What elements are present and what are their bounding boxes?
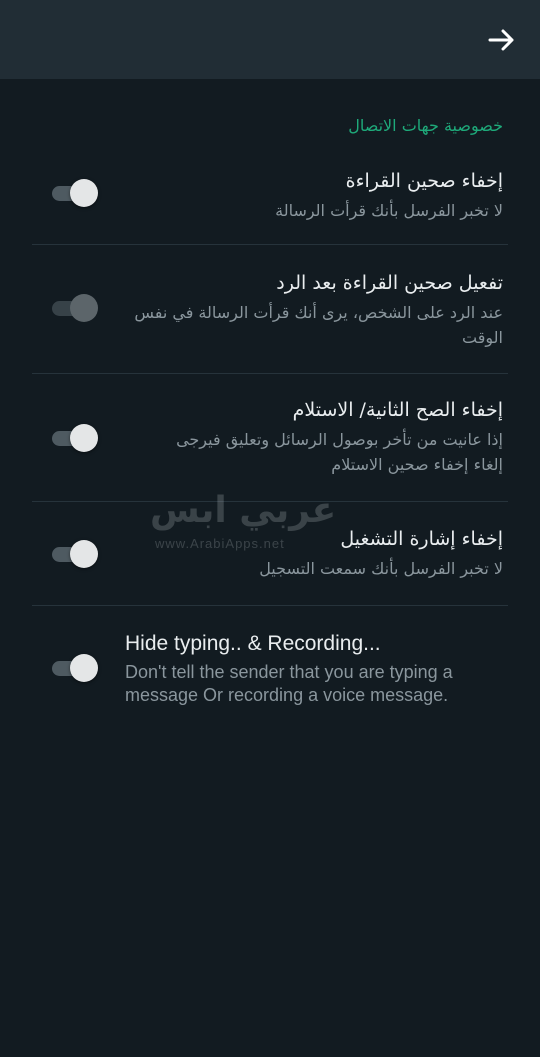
setting-hide-typing-recording[interactable]: Hide typing.. & Recording... Don't tell …: [32, 619, 508, 719]
toggle-switch[interactable]: [52, 293, 98, 323]
section-title: خصوصية جهات الاتصال: [348, 116, 503, 135]
toggle-thumb: [70, 294, 98, 322]
divider: [32, 244, 508, 245]
setting-hide-delivery-receipt[interactable]: إخفاء الصح الثانية/ الاستلام إذا عانيت م…: [32, 387, 508, 501]
toggle-thumb: [70, 179, 98, 207]
setting-subtitle: عند الرد على الشخص، يرى أنك قرأت الرسالة…: [134, 303, 503, 347]
setting-title: إخفاء الصح الثانية/ الاستلام: [292, 399, 503, 421]
divider: [32, 373, 508, 374]
setting-title: إخفاء صحين القراءة: [345, 170, 503, 192]
setting-subtitle: لا تخبر الفرسل بأنك سمعت التسجيل: [259, 559, 503, 578]
setting-hide-read-receipts[interactable]: إخفاء صحين القراءة لا تخبر الفرسل بأنك ق…: [32, 160, 508, 244]
setting-hide-play-indicator[interactable]: إخفاء إشارة التشغيل لا تخبر الفرسل بأنك …: [32, 516, 508, 605]
back-button[interactable]: [486, 24, 518, 56]
toggle-thumb: [70, 654, 98, 682]
divider: [32, 605, 508, 606]
setting-subtitle: إذا عانيت من تأخر بوصول الرسائل وتعليق ف…: [176, 430, 503, 474]
toggle-thumb: [70, 540, 98, 568]
toggle-thumb: [70, 424, 98, 452]
setting-title: إخفاء إشارة التشغيل: [340, 528, 503, 550]
setting-title: تفعيل صحين القراءة بعد الرد: [276, 272, 503, 294]
toggle-switch[interactable]: [52, 423, 98, 453]
toggle-switch[interactable]: [52, 178, 98, 208]
toggle-switch[interactable]: [52, 653, 98, 683]
toggle-switch[interactable]: [52, 539, 98, 569]
app-bar: [0, 0, 540, 79]
arrow-right-icon: [488, 29, 514, 51]
setting-subtitle: لا تخبر الفرسل بأنك قرأت الرسالة: [275, 201, 503, 220]
setting-read-receipts-after-reply[interactable]: تفعيل صحين القراءة بعد الرد عند الرد على…: [32, 258, 508, 373]
setting-subtitle: Don't tell the sender that you are typin…: [125, 662, 453, 705]
setting-title: Hide typing.. & Recording...: [125, 632, 381, 655]
divider: [32, 501, 508, 502]
